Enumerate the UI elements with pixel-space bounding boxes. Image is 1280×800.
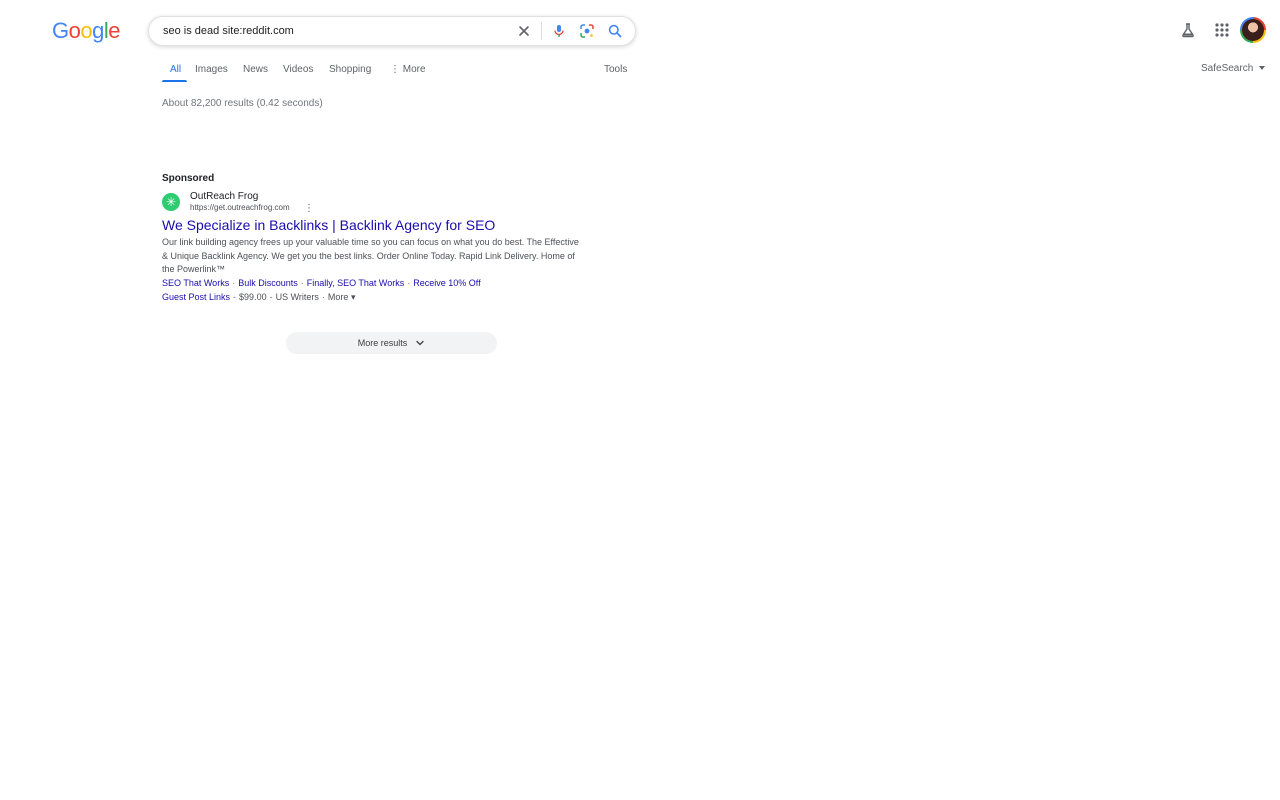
tab-all[interactable]: All bbox=[170, 64, 181, 75]
tab-news[interactable]: News bbox=[243, 64, 268, 75]
ad-options-icon[interactable]: ⋮ bbox=[304, 203, 314, 214]
ad-display-url[interactable]: https://get.outreachfrog.com bbox=[190, 203, 290, 212]
sitelink[interactable]: SEO That Works bbox=[162, 278, 229, 288]
price-value: $99.00 bbox=[239, 292, 267, 302]
logo-letter: G bbox=[52, 18, 69, 43]
advertiser-name[interactable]: OutReach Frog bbox=[190, 191, 258, 202]
sitelink[interactable]: Bulk Discounts bbox=[238, 278, 298, 288]
active-tab-indicator bbox=[162, 80, 187, 82]
advertiser-favicon-icon: ✳ bbox=[162, 193, 180, 211]
clear-icon[interactable] bbox=[516, 23, 532, 39]
more-results-label: More results bbox=[357, 338, 408, 348]
search-input[interactable] bbox=[163, 22, 503, 40]
microphone-icon[interactable] bbox=[551, 23, 567, 39]
chevron-down-icon bbox=[416, 340, 424, 346]
account-avatar[interactable] bbox=[1240, 17, 1266, 43]
safesearch-button[interactable]: SafeSearch bbox=[1201, 63, 1266, 74]
price-note: US Writers bbox=[275, 292, 319, 302]
price-more-button[interactable]: More ▾ bbox=[328, 292, 356, 302]
logo-letter: o bbox=[68, 18, 81, 43]
lens-camera-icon[interactable] bbox=[579, 23, 595, 39]
tab-shopping[interactable]: Shopping bbox=[329, 64, 371, 75]
tab-images[interactable]: Images bbox=[195, 64, 228, 75]
triangle-down-icon: ▾ bbox=[350, 292, 356, 302]
more-label: More bbox=[327, 292, 349, 302]
tab-more-label: More bbox=[402, 64, 426, 75]
caret-down-icon bbox=[1259, 66, 1266, 71]
price-extension-link[interactable]: Guest Post Links bbox=[162, 292, 230, 302]
sponsored-label: Sponsored bbox=[162, 173, 215, 184]
ad-title-link[interactable]: We Specialize in Backlinks | Backlink Ag… bbox=[162, 217, 495, 233]
tab-more[interactable]: ⋮ More bbox=[390, 64, 426, 75]
sitelink[interactable]: Finally, SEO That Works bbox=[307, 278, 405, 288]
search-divider bbox=[541, 22, 542, 40]
logo-letter: o bbox=[80, 18, 93, 43]
google-logo[interactable]: Google bbox=[52, 18, 121, 43]
result-stats: About 82,200 results (0.42 seconds) bbox=[162, 98, 323, 109]
ad-sitelinks: SEO That Works · Bulk Discounts · Finally, S… bbox=[162, 278, 481, 288]
search-icon[interactable] bbox=[607, 23, 623, 39]
avatar-photo bbox=[1242, 19, 1264, 41]
ad-description: Our link building agency frees up your v… bbox=[162, 237, 579, 274]
more-dots-icon: ⋮ bbox=[390, 64, 400, 75]
logo-letter: g bbox=[92, 18, 104, 43]
sitelink[interactable]: Receive 10% Off bbox=[413, 278, 480, 288]
apps-grid-icon[interactable] bbox=[1212, 20, 1232, 40]
ad-price-extension: Guest Post Links - $99.00- US Writers · More … bbox=[162, 292, 356, 302]
more-results-button[interactable]: More results bbox=[286, 332, 497, 354]
tools-button[interactable]: Tools bbox=[604, 64, 627, 75]
search-tabs: All Images News Videos Shopping ⋮ More T… bbox=[162, 60, 632, 84]
logo-letter: e bbox=[108, 18, 121, 43]
safesearch-label: SafeSearch bbox=[1201, 63, 1254, 74]
search-box bbox=[148, 16, 636, 46]
tab-videos[interactable]: Videos bbox=[283, 64, 313, 75]
labs-flask-icon[interactable] bbox=[1178, 20, 1198, 40]
